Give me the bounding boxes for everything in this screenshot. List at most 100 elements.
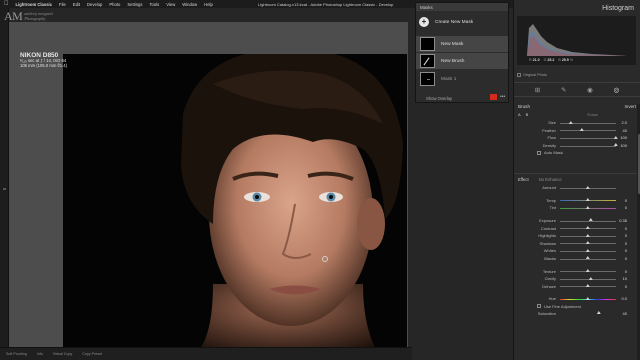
slider-value[interactable]: 0 [625, 269, 627, 274]
info-label[interactable]: Info [37, 352, 43, 356]
slider-thumb[interactable] [585, 198, 590, 202]
show-overlay-checkbox[interactable]: Show Overlay [426, 96, 452, 101]
slider-track[interactable] [560, 137, 616, 139]
slider-value[interactable]: 0 [625, 198, 627, 203]
menu-tools[interactable]: Tools [149, 2, 159, 7]
menu-file[interactable]: File [59, 2, 66, 7]
copy-preset-label[interactable]: Copy Preset [82, 352, 102, 356]
brush-tab-a[interactable]: A [518, 112, 521, 117]
slider-thumb[interactable] [585, 205, 590, 209]
slider-feather[interactable]: Feather 40 [514, 127, 640, 135]
slider-tint[interactable]: Tint 0 [514, 204, 640, 212]
brush-tab-b[interactable]: B [526, 112, 529, 117]
slider-contrast[interactable]: Contrast 0 [514, 224, 640, 232]
slider-saturation[interactable]: Saturation 40 [514, 310, 640, 318]
slider-thumb[interactable] [613, 143, 618, 147]
slider-thumb[interactable] [580, 128, 585, 132]
soft-proofing-label[interactable]: Soft Proofing [6, 352, 27, 356]
fine-adjustment-checkbox[interactable] [537, 304, 541, 309]
slider-value[interactable]: 0 [625, 248, 627, 253]
slider-thumb[interactable] [568, 120, 573, 124]
slider-value[interactable]: 40 [623, 128, 627, 133]
slider-value[interactable]: 40 [623, 311, 627, 316]
effect-preset-dropdown[interactable]: No Enhance [539, 177, 562, 182]
menu-help[interactable]: Help [204, 2, 213, 7]
left-panel-collapsed[interactable] [0, 8, 9, 360]
slider-shadows[interactable]: Shadows 0 [514, 240, 640, 248]
slider-flow[interactable]: Flow 100 [514, 134, 640, 142]
slider-thumb[interactable] [585, 284, 590, 288]
apple-icon[interactable]:  [4, 1, 9, 7]
slider-thumb[interactable] [585, 241, 590, 245]
more-options-icon[interactable]: ••• [500, 94, 505, 100]
slider-texture[interactable]: Texture 0 [514, 267, 640, 275]
slider-thumb[interactable] [613, 135, 618, 139]
slider-clarity[interactable]: Clarity 10 [514, 275, 640, 283]
menu-view[interactable]: View [166, 2, 175, 7]
slider-thumb[interactable] [585, 233, 590, 237]
fine-adjustment-toggle[interactable]: Use Fine Adjustment [514, 304, 640, 309]
menu-edit[interactable]: Edit [73, 2, 80, 7]
slider-density[interactable]: Density 100 [514, 142, 640, 150]
brush-icon [420, 54, 435, 68]
slider-temp[interactable]: Temp 0 [514, 197, 640, 205]
slider-thumb[interactable] [585, 248, 590, 252]
auto-mask-checkbox[interactable] [537, 150, 541, 155]
slider-thumb[interactable] [585, 185, 590, 189]
slider-highlights[interactable]: Highlights 0 [514, 232, 640, 240]
slider-value[interactable]: 100 [620, 143, 627, 148]
slider-thumb[interactable] [585, 269, 590, 273]
slider-thumb[interactable] [585, 256, 590, 260]
slider-thumb[interactable] [588, 276, 593, 280]
mask-item-new-brush[interactable]: New Brush [416, 53, 508, 69]
erase-tab[interactable]: Erase [587, 112, 597, 117]
create-new-mask-button[interactable]: + Create New Mask [419, 17, 473, 27]
slider-value[interactable]: 0 [625, 205, 627, 210]
crop-overlay-icon[interactable]: ⊞ [535, 86, 540, 94]
mask-item-mask-1[interactable]: Mask 1 [416, 71, 508, 87]
slider-track[interactable] [560, 130, 616, 132]
menu-settings[interactable]: Settings [127, 2, 142, 7]
image-canvas[interactable]: NIKON D850 ¹⁄₁₂₅ sec at ƒ / 14, ISO 64 1… [9, 22, 408, 360]
slider-value[interactable]: 0 [625, 233, 627, 238]
slider-value[interactable]: 0 [625, 241, 627, 246]
virtual-copy-label[interactable]: Virtual Copy [53, 352, 73, 356]
healing-icon[interactable]: ✎ [561, 86, 566, 94]
menu-app[interactable]: Lightroom Classic [16, 2, 53, 7]
slider-size[interactable]: Size 2.0 [514, 119, 640, 127]
menu-window[interactable]: Window [182, 2, 197, 7]
slider-thumb[interactable] [585, 226, 590, 230]
slider-blacks[interactable]: Blacks 0 [514, 255, 640, 263]
slider-value[interactable]: 2.0 [621, 120, 627, 125]
slider-whites[interactable]: Whites 0 [514, 247, 640, 255]
overlay-color-swatch[interactable] [490, 94, 497, 100]
slider-value[interactable]: 0 [625, 284, 627, 289]
slider-value[interactable]: 10 [623, 276, 627, 281]
menu-develop[interactable]: Develop [87, 2, 102, 7]
slider-amount[interactable]: Amount [514, 184, 640, 192]
slider-hue[interactable]: Hue 0.0 [514, 295, 640, 303]
slider-value[interactable]: 0.0 [621, 296, 627, 301]
slider-dehaze[interactable]: Dehaze 0 [514, 283, 640, 291]
slider-thumb[interactable] [588, 218, 593, 222]
mask-item-new-mask[interactable]: New Mask [416, 36, 508, 52]
original-photo-checkbox[interactable] [517, 73, 521, 77]
menu-photo[interactable]: Photo [109, 2, 120, 7]
slider-value[interactable]: 100 [620, 135, 627, 140]
slider-thumb[interactable] [596, 311, 601, 315]
slider-exposure[interactable]: Exposure 0.35 [514, 217, 640, 225]
portrait-photo[interactable] [63, 54, 407, 360]
slider-value[interactable]: 0 [625, 256, 627, 261]
red-eye-icon[interactable]: ◉ [587, 86, 593, 94]
original-photo-toggle[interactable]: Original Photo [517, 73, 547, 77]
slider-track[interactable] [560, 313, 616, 315]
panel-toggle-icon[interactable] [3, 188, 6, 190]
slider-value[interactable]: 0 [625, 226, 627, 231]
auto-mask-toggle[interactable]: Auto Mask [514, 150, 640, 155]
invert-checkbox[interactable]: Invert [625, 104, 637, 109]
slider-value[interactable]: 0.35 [619, 218, 627, 223]
masking-icon[interactable]: ◎ [614, 86, 620, 94]
histogram-title[interactable]: Histogram [602, 5, 634, 12]
slider-track[interactable] [560, 145, 616, 147]
slider-thumb[interactable] [585, 296, 590, 300]
